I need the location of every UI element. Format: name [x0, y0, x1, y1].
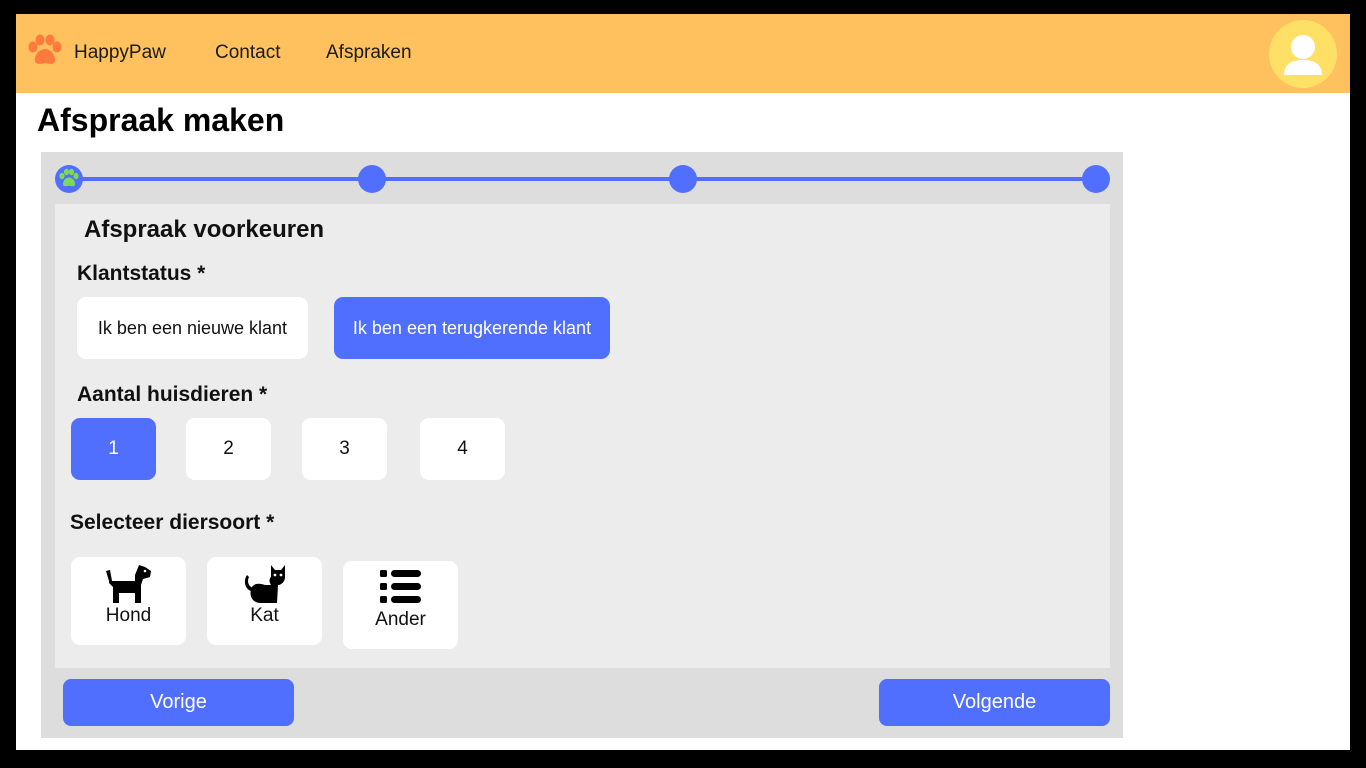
- step-4-indicator[interactable]: [1082, 165, 1110, 193]
- next-button[interactable]: Volgende: [879, 679, 1110, 726]
- dog-icon: [105, 565, 151, 603]
- panel-title: Afspraak voorkeuren: [84, 216, 325, 243]
- appointment-wizard: Afspraak voorkeuren Klantstatus * Ik ben…: [41, 152, 1123, 738]
- nav-link-contact[interactable]: Contact: [215, 42, 280, 64]
- step-3-indicator[interactable]: [669, 165, 697, 193]
- aantal-huisdieren-label: Aantal huisdieren *: [77, 383, 268, 406]
- step-1-indicator[interactable]: [55, 165, 83, 193]
- previous-button[interactable]: Vorige: [63, 679, 294, 726]
- cat-icon: [244, 565, 285, 603]
- animal-label-hond: Hond: [105, 605, 152, 626]
- preferences-panel: Afspraak voorkeuren Klantstatus * Ik ben…: [55, 204, 1110, 668]
- pet-count-3[interactable]: 3: [302, 418, 387, 480]
- animal-option-hond[interactable]: Hond: [71, 557, 186, 645]
- nav-link-afspraken[interactable]: Afspraken: [326, 42, 412, 64]
- top-navbar: HappyPaw Contact Afspraken: [16, 14, 1350, 93]
- returning-client-option[interactable]: Ik ben een terugkerende klant: [334, 297, 610, 359]
- app-window: HappyPaw Contact Afspraken Afspraak make…: [16, 14, 1350, 750]
- animal-option-kat[interactable]: Kat: [207, 557, 322, 645]
- pet-count-1[interactable]: 1: [71, 418, 156, 480]
- list-icon: [379, 570, 421, 603]
- animal-option-ander[interactable]: Ander: [343, 561, 458, 649]
- step-2-indicator[interactable]: [358, 165, 386, 193]
- paw-icon: [59, 168, 79, 187]
- page-title: Afspraak maken: [37, 102, 285, 138]
- new-client-option[interactable]: Ik ben een nieuwe klant: [77, 297, 308, 359]
- animal-label-kat: Kat: [250, 605, 279, 626]
- brand-name[interactable]: HappyPaw: [74, 42, 166, 64]
- progress-bar: [69, 177, 1096, 181]
- klantstatus-label: Klantstatus *: [77, 262, 206, 285]
- user-icon: [1284, 35, 1322, 75]
- paw-icon[interactable]: [26, 34, 64, 68]
- diersoort-label: Selecteer diersoort *: [70, 511, 275, 534]
- pet-count-4[interactable]: 4: [420, 418, 505, 480]
- user-avatar[interactable]: [1269, 20, 1337, 88]
- animal-label-ander: Ander: [375, 609, 426, 630]
- pet-count-2[interactable]: 2: [186, 418, 271, 480]
